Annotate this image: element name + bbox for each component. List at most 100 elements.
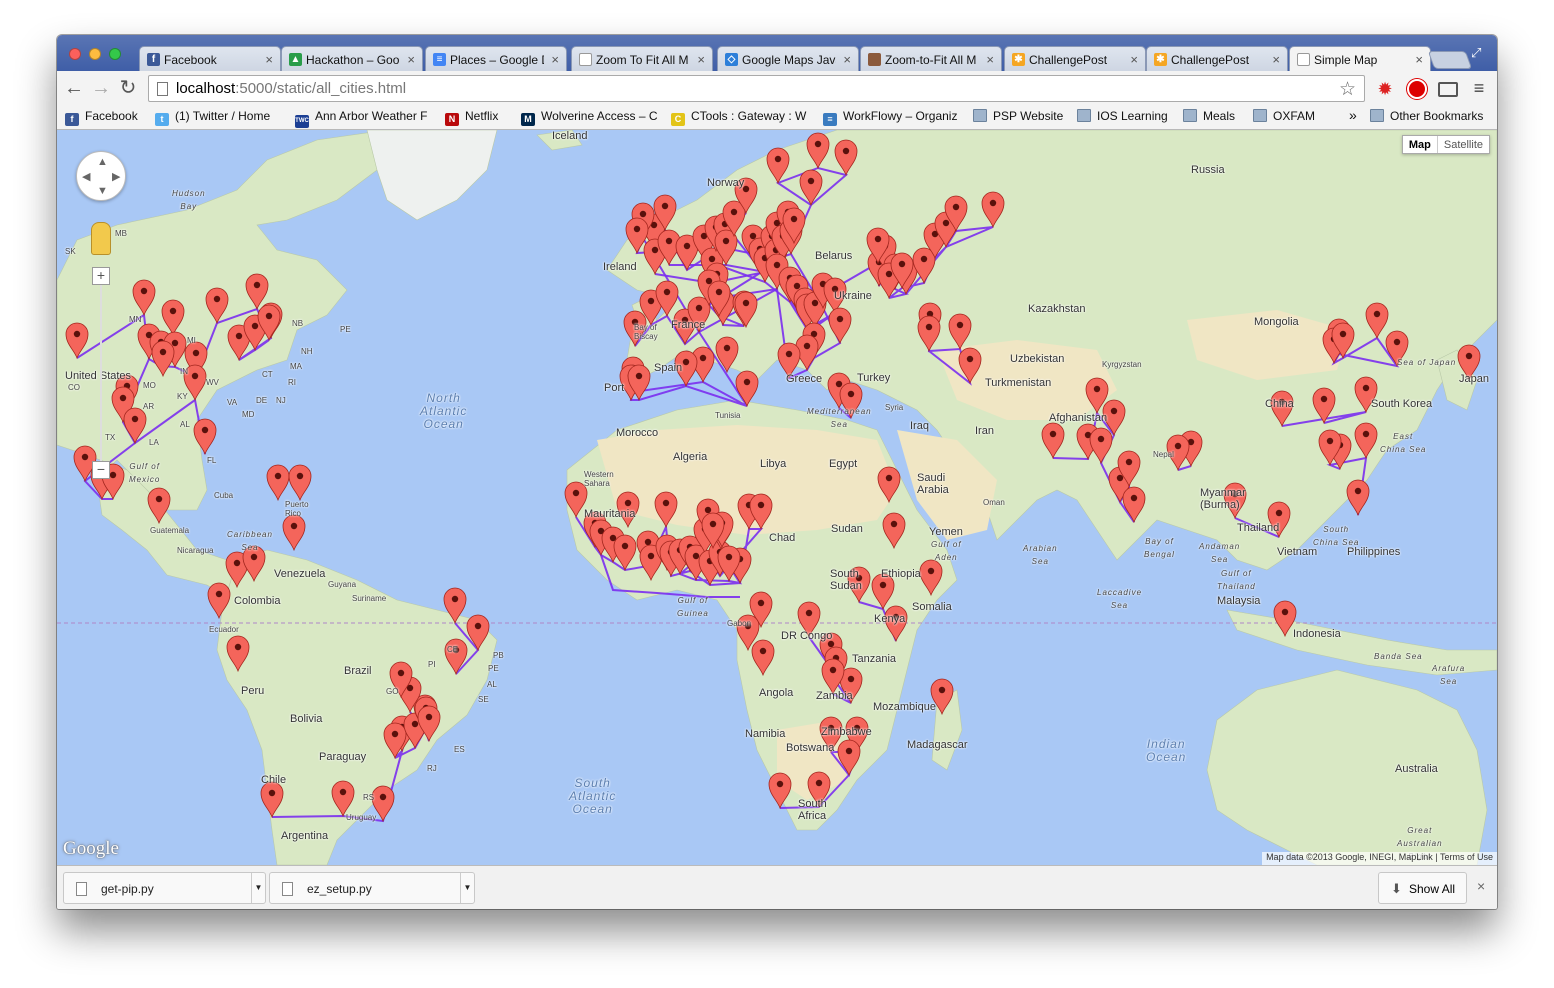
pan-down-icon[interactable]: ▼ xyxy=(97,185,108,197)
google-logo[interactable]: Google xyxy=(63,838,119,860)
map-label-pe-br: PE xyxy=(488,664,499,673)
terms-of-use-link[interactable]: Terms of Use xyxy=(1440,852,1493,862)
bookmark-star-icon[interactable]: ☆ xyxy=(1339,78,1356,101)
show-all-downloads-button[interactable]: ⬇ Show All xyxy=(1378,872,1467,904)
bookmark-ios-learning[interactable]: IOS Learning xyxy=(1077,109,1168,126)
map-canvas[interactable]: Russia Norway Iceland Ireland Belarus Ukraine… xyxy=(57,130,1497,865)
new-tab-button[interactable] xyxy=(1427,51,1473,69)
map-label-colombia: Colombia xyxy=(234,595,281,607)
bookmark-label: CTools : Gateway : W xyxy=(691,109,807,123)
facebook-icon: f xyxy=(147,53,160,66)
map-marker-icon[interactable] xyxy=(1346,479,1370,517)
map-type-satellite-button[interactable]: Satellite xyxy=(1438,136,1489,153)
bookmark-facebook[interactable]: f Facebook xyxy=(65,109,138,126)
tab-hackathon-goo[interactable]: ▲ Hackathon – Goo × xyxy=(281,46,423,72)
extension-new-icon[interactable] xyxy=(1407,79,1427,99)
close-tab-icon[interactable]: × xyxy=(843,52,851,67)
bookmark-ann-arbor-weather-f[interactable]: TWC Ann Arbor Weather F xyxy=(295,109,428,128)
pan-right-icon[interactable]: ▶ xyxy=(112,170,120,183)
bookmark-label: Wolverine Access – C xyxy=(541,109,658,123)
bookmark-wolverine-access-c[interactable]: M Wolverine Access – C xyxy=(521,109,658,126)
back-button[interactable]: ← xyxy=(63,78,85,98)
close-tab-icon[interactable]: × xyxy=(1272,52,1280,67)
tab-simple-map[interactable]: Simple Map × xyxy=(1289,46,1431,72)
tab-challengepost[interactable]: ✱ ChallengePost × xyxy=(1004,46,1146,72)
tab-title: Places – Google D xyxy=(450,53,544,67)
extension-gear-icon[interactable]: ✹ xyxy=(1375,79,1395,99)
bookmarks-bar: f Facebook t (1) Twitter / Home TWC Ann Arbor… xyxy=(57,106,1497,130)
map-label-banda-sea: Banda Sea xyxy=(1374,652,1423,661)
zoom-in-button[interactable]: + xyxy=(92,267,110,285)
map-label-al-br: AL xyxy=(487,680,497,689)
folder-icon xyxy=(1183,109,1197,122)
bookmark-oxfam[interactable]: OXFAM xyxy=(1253,109,1315,126)
map-label-nb: NB xyxy=(292,319,304,328)
map-label-wv: WV xyxy=(206,378,219,387)
close-window-button[interactable] xyxy=(69,48,81,60)
map-label-brazil: Brazil xyxy=(344,665,372,677)
map-marker-icon[interactable] xyxy=(288,464,312,502)
map-label-thailand: Thailand xyxy=(1237,522,1280,534)
close-tab-icon[interactable]: × xyxy=(407,52,415,67)
toolbar: ← → ↻ localhost:5000/static/all_cities.h… xyxy=(57,71,1497,106)
download-item[interactable]: get-pip.py ▼ xyxy=(63,872,266,904)
close-tab-icon[interactable]: × xyxy=(265,52,273,67)
map-label-philippines: Philippines xyxy=(1347,546,1401,558)
tab-challengepost[interactable]: ✱ ChallengePost × xyxy=(1146,46,1288,72)
cast-icon[interactable] xyxy=(1438,82,1458,97)
tab-google-maps-java[interactable]: ◇ Google Maps Java × xyxy=(717,46,859,72)
map-marker-icon[interactable] xyxy=(266,464,290,502)
pan-up-icon[interactable]: ▲ xyxy=(97,156,108,168)
zoom-out-button[interactable]: − xyxy=(92,461,110,479)
bookmark-netflix[interactable]: N Netflix xyxy=(445,109,498,126)
attribution-text: Map data ©2013 Google, INEGI, MapLink xyxy=(1266,852,1433,862)
map-label-saudi-arabia: Saudi Arabia xyxy=(917,472,949,496)
fullscreen-icon[interactable]: ⤢ xyxy=(1471,45,1487,61)
tab-zoom-to-fit-all-m[interactable]: Zoom To Fit All M × xyxy=(571,46,713,72)
close-downloads-button[interactable]: × xyxy=(1477,878,1485,894)
tab-zoom-to-fit-all-m[interactable]: Zoom-to-Fit All M × xyxy=(860,46,1002,72)
bookmark-psp-website[interactable]: PSP Website xyxy=(973,109,1063,126)
pegman-icon[interactable] xyxy=(91,222,111,255)
chevron-down-icon[interactable]: ▼ xyxy=(251,873,265,903)
bookmark-1-twitter-home[interactable]: t (1) Twitter / Home xyxy=(155,109,270,126)
map-label-mo: MO xyxy=(143,381,156,390)
tab-places-google-d[interactable]: ≡ Places – Google D × xyxy=(425,46,567,72)
map-label-nj: NJ xyxy=(276,396,286,405)
map-label-suriname: Suriname xyxy=(352,594,387,603)
close-tab-icon[interactable]: × xyxy=(551,52,559,67)
other-bookmarks-folder[interactable]: Other Bookmarks xyxy=(1370,109,1483,126)
pan-left-icon[interactable]: ◀ xyxy=(82,170,90,183)
map-label-bolivia: Bolivia xyxy=(290,713,323,725)
map-label-syria: Syria xyxy=(885,403,904,412)
close-tab-icon[interactable]: × xyxy=(1415,52,1423,67)
close-tab-icon[interactable]: × xyxy=(1130,52,1138,67)
zoom-window-button[interactable] xyxy=(109,48,121,60)
bookmarks-overflow-button[interactable]: » xyxy=(1349,107,1357,124)
close-tab-icon[interactable]: × xyxy=(697,52,705,67)
address-bar[interactable]: localhost:5000/static/all_cities.html ☆ xyxy=(148,75,1365,102)
zoom-control[interactable]: + − xyxy=(92,267,110,479)
map-label-botswana: Botswana xyxy=(786,742,835,754)
folder-icon xyxy=(1077,109,1091,122)
minimize-window-button[interactable] xyxy=(89,48,101,60)
map-label-va: VA xyxy=(227,398,238,407)
menu-icon[interactable]: ≡ xyxy=(1469,79,1489,99)
map-marker-icon[interactable] xyxy=(282,514,306,552)
map-label-ct: CT xyxy=(262,370,273,379)
map-label-mb: MB xyxy=(115,229,127,238)
tab-facebook[interactable]: f Facebook × xyxy=(139,46,281,72)
map-label-argentina: Argentina xyxy=(281,830,329,842)
reload-button[interactable]: ↻ xyxy=(117,78,139,98)
pan-control[interactable]: ▲ ▼ ◀ ▶ xyxy=(76,151,126,201)
chevron-down-icon[interactable]: ▼ xyxy=(460,873,474,903)
download-item[interactable]: ez_setup.py ▼ xyxy=(269,872,475,904)
bookmark-meals[interactable]: Meals xyxy=(1183,109,1235,126)
close-tab-icon[interactable]: × xyxy=(986,52,994,67)
forward-button[interactable]: → xyxy=(90,78,112,98)
map-type-map-button[interactable]: Map xyxy=(1403,136,1438,153)
bookmark-workflowy-organiz[interactable]: ≡ WorkFlowy – Organiz xyxy=(823,109,957,126)
bookmark-label: Netflix xyxy=(465,109,499,123)
zoom-track[interactable] xyxy=(100,285,102,461)
bookmark-ctools-gateway-w[interactable]: C CTools : Gateway : W xyxy=(671,109,806,126)
